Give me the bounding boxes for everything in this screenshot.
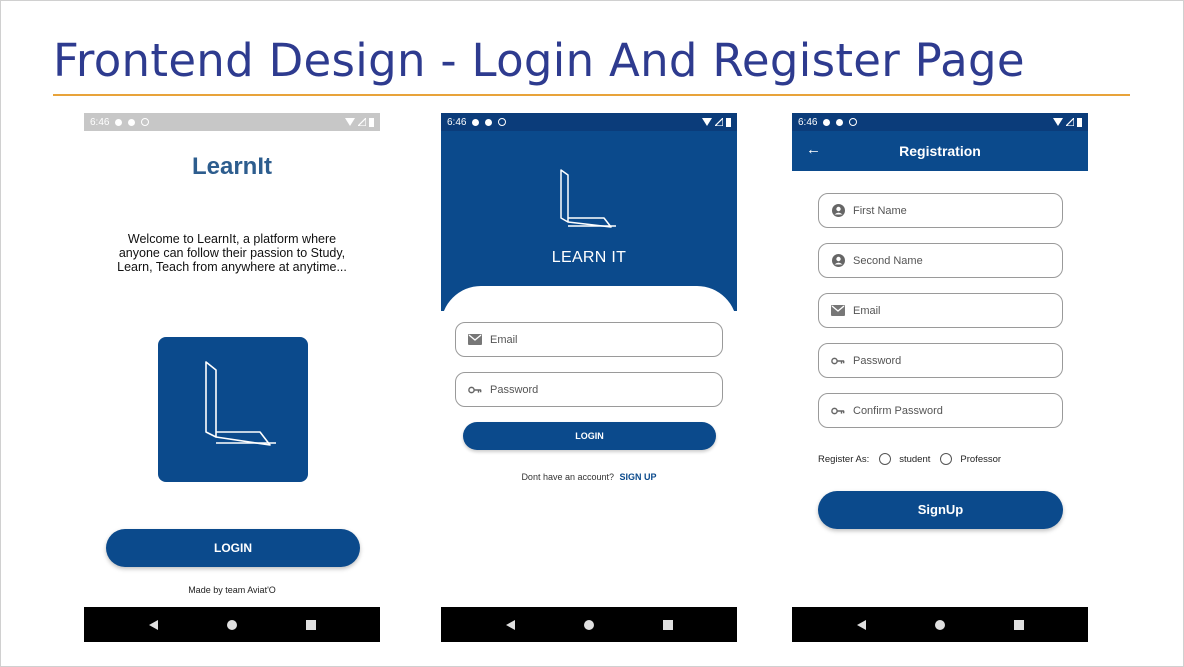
signal-icon <box>715 118 723 126</box>
footer-credit: Made by team Aviat'O <box>188 585 276 595</box>
home-circle-icon[interactable] <box>934 619 945 630</box>
status-bar: 6:46 <box>441 113 737 131</box>
signal-icon <box>1066 118 1074 126</box>
battery-icon <box>369 117 374 127</box>
password-field[interactable]: Password <box>818 343 1063 378</box>
professor-option-label: Professor <box>960 453 1002 465</box>
wifi-icon <box>702 118 712 126</box>
email-field[interactable]: Email <box>818 293 1063 328</box>
recents-square-icon[interactable] <box>305 619 316 630</box>
login-button[interactable]: LOGIN <box>106 529 360 567</box>
learnit-logo <box>158 337 308 482</box>
android-nav-bar <box>441 607 737 642</box>
shield-icon <box>128 118 136 126</box>
second-name-placeholder: Second Name <box>853 254 923 267</box>
person-icon <box>831 254 845 268</box>
at-icon <box>498 118 507 126</box>
student-radio[interactable] <box>879 453 892 465</box>
l-logo-icon <box>560 169 616 228</box>
l-logo-icon <box>205 361 276 446</box>
signup-button[interactable]: SignUp <box>818 491 1063 529</box>
gear-icon <box>115 118 123 126</box>
signal-icon <box>358 118 366 126</box>
registration-title: Registration <box>899 143 981 159</box>
mail-icon <box>831 304 845 318</box>
password-field[interactable]: Password <box>455 372 723 407</box>
person-icon <box>831 204 845 218</box>
home-circle-icon[interactable] <box>583 619 594 630</box>
mail-icon <box>468 333 482 347</box>
battery-icon <box>726 117 731 127</box>
register-as-label: Register As: <box>818 453 870 465</box>
wifi-icon <box>1053 118 1063 126</box>
recents-square-icon[interactable] <box>662 619 673 630</box>
arrow-left-icon[interactable]: ← <box>806 141 821 158</box>
slide-title: Frontend Design - Login And Register Pag… <box>53 34 1025 87</box>
splash-screen: 6:46 LearnIt Welcome to LearnIt, a platf… <box>84 113 380 642</box>
registration-screen: 6:46 ← Registration First Name Second Na… <box>792 113 1088 642</box>
status-bar: 6:46 <box>792 113 1088 131</box>
back-triangle-icon[interactable] <box>856 619 866 630</box>
key-icon <box>831 404 845 418</box>
confirm-password-field[interactable]: Confirm Password <box>818 393 1063 428</box>
key-icon <box>468 383 482 397</box>
professor-radio[interactable] <box>940 453 953 465</box>
welcome-text: Welcome to LearnIt, a platform where any… <box>117 232 347 274</box>
login-button[interactable]: LOGIN <box>463 422 716 450</box>
email-placeholder: Email <box>853 304 881 317</box>
registration-app-bar: ← Registration <box>792 131 1088 171</box>
register-as-group: Register As: student Professor <box>818 453 1001 465</box>
password-placeholder: Password <box>490 383 539 396</box>
password-placeholder: Password <box>853 354 902 367</box>
confirm-password-placeholder: Confirm Password <box>853 404 943 417</box>
status-time: 6:46 <box>90 116 110 128</box>
recents-square-icon[interactable] <box>1013 619 1024 630</box>
email-placeholder: Email <box>490 333 518 346</box>
status-time: 6:46 <box>447 116 467 128</box>
status-time: 6:46 <box>798 116 818 128</box>
gear-icon <box>823 118 831 126</box>
app-name: LearnIt <box>191 153 272 180</box>
signup-link[interactable]: SIGN UP <box>620 472 657 482</box>
login-screen: 6:46 LEARN IT Email Password LOGIN Dont <box>441 113 737 642</box>
signup-prompt: Dont have an account? SIGN UP <box>441 472 737 482</box>
shield-icon <box>485 118 493 126</box>
student-option-label: student <box>899 453 931 465</box>
email-field[interactable]: Email <box>455 322 723 357</box>
back-triangle-icon[interactable] <box>505 619 515 630</box>
hero-title: LEARN IT <box>551 249 627 266</box>
status-bar: 6:46 <box>84 113 380 131</box>
wifi-icon <box>345 118 355 126</box>
gear-icon <box>472 118 480 126</box>
first-name-field[interactable]: First Name <box>818 193 1063 228</box>
back-triangle-icon[interactable] <box>148 619 158 630</box>
battery-icon <box>1077 117 1082 127</box>
at-icon <box>849 118 858 126</box>
shield-icon <box>836 118 844 126</box>
second-name-field[interactable]: Second Name <box>818 243 1063 278</box>
no-account-text: Dont have an account? <box>521 472 615 482</box>
android-nav-bar <box>792 607 1088 642</box>
key-icon <box>831 354 845 368</box>
android-nav-bar <box>84 607 380 642</box>
title-underline <box>53 94 1130 96</box>
home-circle-icon[interactable] <box>226 619 237 630</box>
at-icon <box>141 118 150 126</box>
login-hero: LEARN IT <box>441 131 737 311</box>
first-name-placeholder: First Name <box>853 204 907 217</box>
